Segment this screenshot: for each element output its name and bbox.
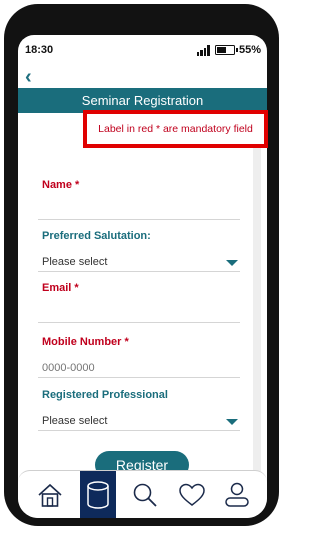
email-field[interactable] [38,304,240,323]
mobile-field[interactable] [38,359,240,378]
professional-selected: Please select [42,415,108,427]
caret-down-icon[interactable] [226,260,238,266]
email-input[interactable] [42,304,240,322]
tab-search[interactable] [127,471,163,518]
mandatory-note: Label in red * are mandatory field [83,110,268,148]
salutation-select[interactable]: Please select [38,253,240,272]
user-icon [225,482,249,507]
battery-percent: 55% [238,44,261,56]
app-screen: 18:30 55% ‹ Seminar Registration Name * … [18,35,267,518]
name-input[interactable] [42,201,240,219]
mobile-label: Mobile Number * [42,336,129,348]
registration-form: Name * Preferred Salutation: Please sele… [18,113,267,479]
chevron-left-icon[interactable]: ‹ [25,67,55,87]
status-time: 18:30 [25,44,54,56]
mobile-input[interactable] [42,359,240,377]
bottom-tab-bar [18,470,267,518]
phone-frame: 18:30 55% ‹ Seminar Registration Name * … [4,4,279,526]
name-field[interactable] [38,201,240,220]
tab-favorites[interactable] [174,471,210,518]
salutation-label: Preferred Salutation: [42,230,151,242]
caret-down-icon[interactable] [226,419,238,425]
battery-icon [214,45,238,55]
signal-icon [196,44,211,56]
tab-home[interactable] [32,471,68,518]
professional-label: Registered Professional [42,389,168,401]
database-icon [87,481,109,509]
professional-select[interactable]: Please select [38,412,240,431]
status-bar: 18:30 55% [18,35,267,63]
name-label: Name * [42,179,80,191]
email-label: Email * [42,282,79,294]
heart-icon [179,483,205,506]
back-button[interactable]: ‹ [25,67,55,87]
salutation-selected: Please select [42,256,108,268]
search-icon [133,483,157,507]
tab-profile[interactable] [219,471,255,518]
scrollbar[interactable] [253,113,261,471]
tab-database[interactable] [80,471,116,518]
home-icon [38,483,62,507]
